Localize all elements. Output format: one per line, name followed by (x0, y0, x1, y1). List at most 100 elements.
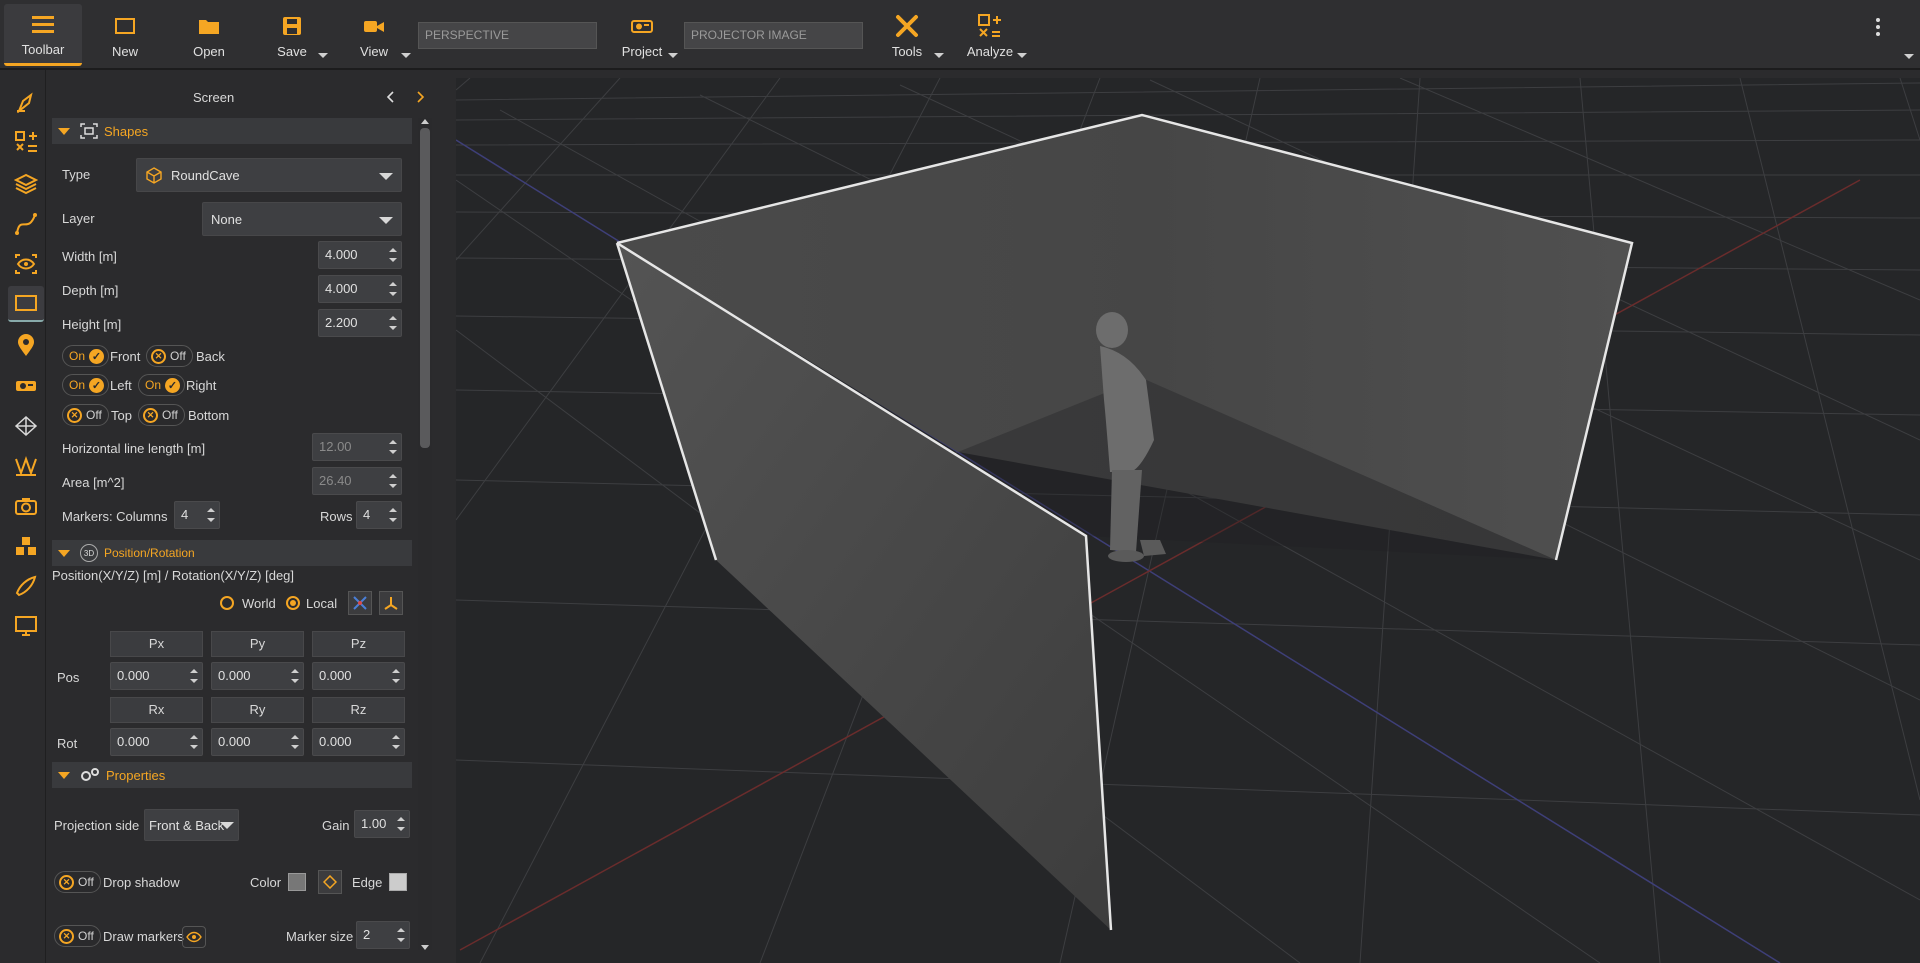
brush-icon[interactable] (8, 568, 44, 604)
height-input[interactable]: 2.200 (318, 309, 402, 337)
marker-size-input[interactable]: 2 (356, 921, 410, 949)
type-dropdown[interactable]: RoundCave (136, 158, 402, 192)
panel-scrollbar-thumb[interactable] (420, 128, 430, 448)
draw-markers-label: Draw markers (103, 929, 184, 944)
toolbar-menu-label: Toolbar (21, 42, 65, 57)
frustum-icon[interactable] (8, 408, 44, 444)
monitor-icon[interactable] (8, 608, 44, 644)
back-toggle[interactable]: ✕ Off (146, 345, 193, 367)
top-label: Top (111, 408, 132, 423)
hline-value: 12.00 (319, 439, 352, 454)
rot-z-value: 0.000 (319, 734, 352, 749)
tools-label: Tools (891, 43, 923, 59)
rows-input[interactable]: 4 (356, 501, 402, 529)
shadow-color-swatch[interactable] (288, 873, 306, 891)
type-value: RoundCave (171, 167, 240, 183)
project-dropdown-caret[interactable] (668, 53, 678, 58)
width-input[interactable]: 4.000 (318, 241, 402, 269)
rot-z-input[interactable]: 0.000 (312, 728, 405, 756)
3d-viewport[interactable] (456, 78, 1920, 963)
shapes-section-header[interactable]: Shapes (52, 118, 412, 144)
rz-header: Rz (312, 697, 405, 723)
properties-section-header[interactable]: Properties (52, 762, 412, 788)
projector-image-field[interactable]: PROJECTOR IMAGE (684, 22, 863, 49)
draw-markers-toggle[interactable]: ✕ Off (54, 925, 101, 947)
hline-input[interactable]: 12.00 (312, 433, 402, 461)
curve-icon[interactable] (8, 206, 44, 242)
toggle-off-text: Off (170, 349, 186, 363)
shapes-icon (80, 123, 98, 139)
open-button[interactable]: Open (178, 4, 240, 66)
back-label: Back (196, 349, 225, 364)
cubes-icon[interactable] (8, 528, 44, 564)
pen-tool-icon[interactable] (8, 84, 44, 120)
pos-y-input[interactable]: 0.000 (211, 662, 304, 690)
toolbar-collapse-caret[interactable] (1904, 54, 1914, 59)
add-shapes-icon[interactable] (8, 124, 44, 160)
eye-view-icon[interactable] (8, 246, 44, 282)
x-icon: ✕ (59, 874, 74, 890)
pos-x-value: 0.000 (117, 668, 150, 683)
drop-shadow-toggle[interactable]: ✕ Off (54, 871, 101, 893)
layer-dropdown[interactable]: None (202, 202, 402, 236)
panel-next-icon[interactable] (416, 90, 426, 107)
save-dropdown-caret[interactable] (318, 53, 328, 58)
tools-button[interactable]: Tools (876, 4, 938, 66)
rot-x-value: 0.000 (117, 734, 150, 749)
analyze-button[interactable]: Analyze (960, 4, 1020, 66)
shapes-title: Shapes (104, 123, 149, 139)
columns-input[interactable]: 4 (174, 501, 220, 529)
dropdown-arrow-icon (220, 822, 234, 829)
tools-dropdown-caret[interactable] (934, 53, 944, 58)
view-button[interactable]: View (344, 4, 404, 66)
top-toggle[interactable]: ✕ Off (62, 404, 109, 426)
local-radio[interactable] (286, 596, 300, 610)
position-section-header[interactable]: 3D Position/Rotation (52, 540, 412, 566)
right-toggle[interactable]: On ✓ (138, 374, 186, 396)
layers-icon[interactable] (8, 166, 44, 202)
toggle-on-text: On (145, 378, 162, 392)
view-dropdown-caret[interactable] (401, 53, 411, 58)
x-icon: ✕ (143, 407, 158, 423)
project-button[interactable]: Project (612, 4, 672, 66)
more-options-icon[interactable] (1874, 16, 1882, 40)
world-label: World (242, 596, 276, 611)
pos-x-input[interactable]: 0.000 (110, 662, 203, 690)
layer-label: Layer (62, 211, 95, 226)
perspective-field[interactable]: PERSPECTIVE (418, 22, 597, 49)
pos-z-input[interactable]: 0.000 (312, 662, 405, 690)
map-pin-icon[interactable] (8, 328, 44, 364)
area-label: Area [m^2] (62, 475, 125, 490)
projector-tool-icon[interactable] (8, 368, 44, 404)
pivot-gizmo-icon[interactable] (379, 591, 403, 615)
toolbar-menu-button[interactable]: Toolbar (4, 4, 82, 66)
rot-y-input[interactable]: 0.000 (211, 728, 304, 756)
world-radio[interactable] (220, 596, 234, 610)
edge-color-swatch[interactable] (389, 873, 407, 891)
scroll-down-icon[interactable] (421, 945, 429, 950)
analyze-dropdown-caret[interactable] (1017, 53, 1027, 58)
area-input[interactable]: 26.40 (312, 467, 402, 495)
axis-gizmo-icon[interactable] (348, 591, 372, 615)
scene-canvas[interactable] (456, 78, 1920, 963)
panel-prev-icon[interactable] (385, 90, 395, 107)
scroll-up-icon[interactable] (421, 119, 429, 124)
warp-icon[interactable] (8, 448, 44, 484)
rot-x-input[interactable]: 0.000 (110, 728, 203, 756)
save-button[interactable]: Save (262, 4, 322, 66)
screen-tool-icon[interactable] (8, 286, 44, 322)
camera-icon[interactable] (8, 488, 44, 524)
gain-input[interactable]: 1.00 (354, 810, 410, 838)
left-toggle[interactable]: On ✓ (62, 374, 110, 396)
bottom-toggle[interactable]: ✕ Off (138, 404, 185, 426)
projection-side-dropdown[interactable]: Front & Back (144, 809, 239, 841)
gain-label: Gain (322, 818, 350, 833)
color-picker-icon[interactable] (318, 870, 342, 894)
new-button[interactable]: New (96, 4, 154, 66)
projection-side-value: Front & Back (149, 817, 225, 833)
front-toggle[interactable]: On ✓ (62, 345, 110, 367)
py-header: Py (211, 631, 304, 657)
depth-input[interactable]: 4.000 (318, 275, 402, 303)
eye-icon[interactable] (182, 926, 206, 948)
toggle-off-text: Off (86, 408, 102, 422)
